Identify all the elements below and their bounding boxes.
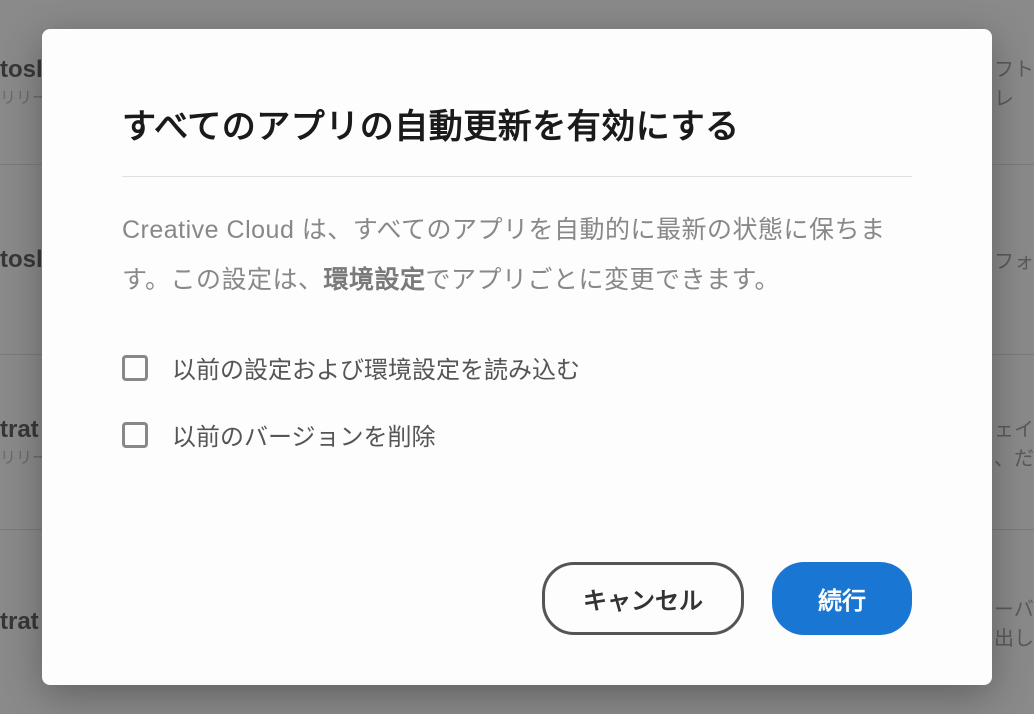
continue-button[interactable]: 続行 xyxy=(772,562,912,635)
remove-previous-label: 以前のバージョンを削除 xyxy=(172,417,436,452)
cancel-button[interactable]: キャンセル xyxy=(542,562,744,635)
remove-previous-row[interactable]: 以前のバージョンを削除 xyxy=(122,417,912,452)
remove-previous-checkbox[interactable] xyxy=(122,422,148,448)
dialog-title: すべてのアプリの自動更新を有効にする xyxy=(122,99,912,177)
modal-overlay: すべてのアプリの自動更新を有効にする Creative Cloud は、すべての… xyxy=(0,0,1034,714)
checkbox-group: 以前の設定および環境設定を読み込む 以前のバージョンを削除 xyxy=(122,350,912,452)
dialog-buttons: キャンセル 続行 xyxy=(122,562,912,635)
import-settings-label: 以前の設定および環境設定を読み込む xyxy=(172,350,580,385)
import-settings-checkbox[interactable] xyxy=(122,355,148,381)
dialog-description: Creative Cloud は、すべてのアプリを自動的に最新の状態に保ちます。… xyxy=(122,205,912,305)
import-settings-row[interactable]: 以前の設定および環境設定を読み込む xyxy=(122,350,912,385)
auto-update-dialog: すべてのアプリの自動更新を有効にする Creative Cloud は、すべての… xyxy=(42,29,992,685)
